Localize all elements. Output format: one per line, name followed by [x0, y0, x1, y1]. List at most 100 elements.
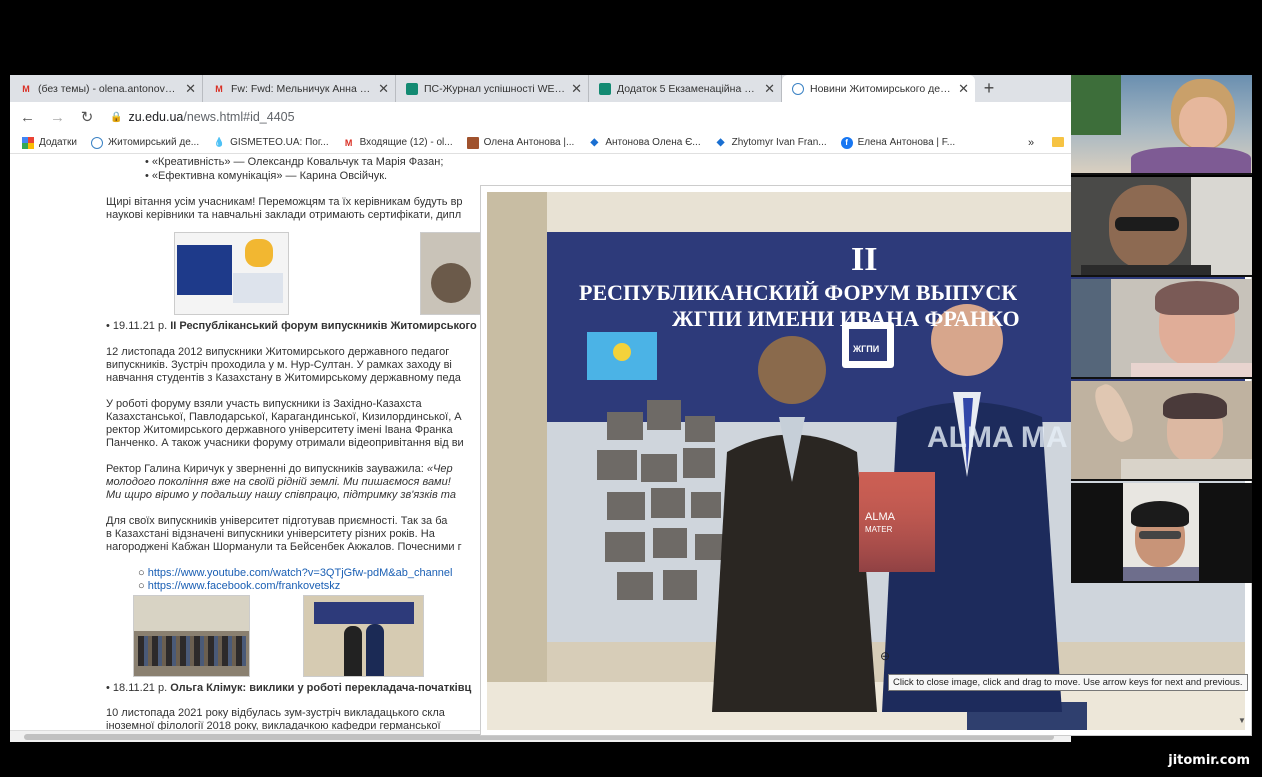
- tab-title: Fw: Fwd: Мельничук Анна - olena...: [231, 82, 372, 95]
- paragraph-line: Ректор Галина Киричук у зверненні до вип…: [106, 463, 453, 476]
- lightbox-tooltip: Click to close image, click and drag to …: [888, 674, 1248, 691]
- tab-title: (без темы) - olena.antonova2015@...: [38, 82, 179, 95]
- bookmark-apps[interactable]: Додатки: [22, 136, 77, 149]
- address-bar: ← → ↻ 🔒 zu.edu.ua/news.html#id_4405: [10, 102, 1071, 132]
- tab-sheet-1[interactable]: ПС-Журнал успішності WEB v.3... ✕: [396, 75, 589, 102]
- bookmark-label: GISMETEO.UA: Пог...: [230, 137, 329, 148]
- video-participant-tile[interactable]: [1071, 483, 1252, 583]
- waving-hand: [1089, 381, 1139, 446]
- paragraph-line: Для своїх випускників університет підгот…: [106, 515, 448, 527]
- folder-icon[interactable]: [1052, 137, 1064, 147]
- new-tab-button[interactable]: +: [975, 75, 1003, 102]
- bookmarks-more-button[interactable]: »: [1028, 137, 1034, 149]
- news-thumbnail[interactable]: [303, 595, 424, 677]
- url-field[interactable]: 🔒 zu.edu.ua/news.html#id_4405: [110, 110, 295, 124]
- news-title-link[interactable]: ІІ Республіканський форум випускників Жи…: [170, 320, 477, 332]
- apps-icon: [22, 136, 34, 149]
- video-participant-tile[interactable]: [1071, 75, 1252, 175]
- sheet-icon: [406, 82, 418, 95]
- video-participant-tile[interactable]: [1071, 381, 1252, 481]
- tab-gmail-1[interactable]: M (без темы) - olena.antonova2015@... ✕: [10, 75, 203, 102]
- banner-line-1: РЕСПУБЛИКАНСКИЙ ФОРУМ ВЫПУСК: [579, 280, 1017, 305]
- globe-icon: [792, 82, 804, 95]
- drop-icon: 💧: [213, 137, 225, 147]
- paragraph-line: іноземної філології 2018 року, викладачк…: [106, 720, 441, 730]
- list-item-text: «Ефективна комунікація» — Карина Овсійчу…: [151, 170, 388, 182]
- participant-hair: [1155, 281, 1239, 315]
- bookmark-label: Олена Антонова |...: [483, 137, 575, 148]
- book-title-line2: MATER: [865, 525, 893, 534]
- close-icon[interactable]: ✕: [958, 81, 969, 97]
- paragraph-line: наукові керівники та навчальні заклади о…: [106, 209, 462, 221]
- video-participant-tile[interactable]: [1071, 279, 1252, 379]
- glasses-icon: [1139, 531, 1181, 539]
- banner-numeral: II: [851, 241, 877, 278]
- tab-gmail-2[interactable]: M Fw: Fwd: Мельничук Анна - olena... ✕: [203, 75, 396, 102]
- paragraph-line: ректор Житомирського державного універси…: [106, 424, 453, 436]
- news-thumbnail[interactable]: [133, 595, 250, 677]
- news-item-header: • 19.11.21 р. ІІ Республіканський форум …: [106, 320, 477, 332]
- news-title-link[interactable]: Ольга Клімук: виклики у роботі переклада…: [170, 682, 471, 694]
- bookmark-facebook[interactable]: f Елена Антонова | F...: [840, 136, 956, 149]
- video-participant-tile[interactable]: [1071, 177, 1252, 277]
- bookmark-label: Входящие (12) - ol...: [359, 137, 453, 148]
- participant-hair: [1163, 393, 1227, 419]
- glasses-icon: [1115, 217, 1179, 231]
- url-domain: zu.edu.ua: [128, 110, 184, 124]
- participant-face: [1179, 97, 1227, 149]
- back-arrow-icon[interactable]: ←: [20, 109, 35, 126]
- tab-title: ПС-Журнал успішності WEB v.3...: [424, 82, 565, 95]
- news-date: 18.11.21 р.: [112, 682, 168, 694]
- gmail-icon: M: [344, 137, 353, 148]
- bookmark-label: Zhytomyr Ivan Fran...: [731, 137, 827, 148]
- facebook-link[interactable]: https://www.facebook.com/frankovetskz: [148, 580, 341, 592]
- paragraph-line: в Казахстані відзначені випускники уніве…: [106, 528, 435, 540]
- quote-text: «Чер: [426, 463, 453, 475]
- news-item-header: • 18.11.21 р. Ольга Клімук: виклики у ро…: [106, 682, 472, 694]
- tab-bar: M (без темы) - olena.antonova2015@... ✕ …: [10, 75, 1071, 102]
- list-item: ○ https://www.youtube.com/watch?v=3QTjGf…: [138, 567, 453, 579]
- sheet-icon: [599, 82, 611, 95]
- banner-emblem: ЖГПИ: [852, 344, 879, 354]
- close-icon[interactable]: ✕: [764, 81, 775, 97]
- bookmark-label: Житомирський де...: [107, 137, 200, 148]
- book-icon: [466, 136, 479, 149]
- bookmark-gismeteo[interactable]: 💧 GISMETEO.UA: Пог...: [213, 137, 329, 149]
- participant-body: [1131, 363, 1252, 377]
- bookmark-zhytomyr-uni[interactable]: Житомирський де...: [90, 136, 200, 149]
- news-date: 19.11.21 р.: [112, 320, 168, 332]
- participant-hair: [1131, 501, 1189, 527]
- youtube-link[interactable]: https://www.youtube.com/watch?v=3QTjGfw-…: [148, 567, 453, 579]
- forward-arrow-icon[interactable]: →: [50, 109, 65, 126]
- quote-line: молодого покоління вже на своїй рідній з…: [106, 476, 451, 488]
- reload-icon[interactable]: ↻: [80, 108, 94, 126]
- list-item: ○ https://www.facebook.com/frankovetskz: [138, 580, 341, 592]
- tab-news-active[interactable]: Новини Житомирського держав... ✕: [782, 75, 975, 102]
- bookmark-label: Елена Антонова | F...: [857, 137, 956, 148]
- bookmark-olena[interactable]: Олена Антонова |...: [466, 136, 575, 149]
- paragraph-line: 12 листопада 2012 випускники Житомирсько…: [106, 346, 450, 358]
- book-title-line1: ALMA: [865, 511, 896, 523]
- news-thumbnail[interactable]: [174, 232, 289, 315]
- paragraph-line: Казахстанської, Павлодарської, Караганди…: [106, 411, 462, 423]
- tab-sheet-2[interactable]: Додаток 5 Екзаменаційна відомість ✕: [589, 75, 782, 102]
- chevron-more-icon: »: [1028, 136, 1035, 149]
- paragraph-line: випускників. Зустріч проходила у м. Нур-…: [106, 359, 452, 371]
- gmail-icon: M: [215, 83, 223, 94]
- bookmark-antonova[interactable]: ◆ Антонова Олена Є...: [588, 137, 700, 149]
- close-icon[interactable]: ✕: [571, 81, 582, 97]
- tile-background-wall: [1191, 177, 1252, 275]
- scroll-down-arrow-icon[interactable]: ▼: [1238, 716, 1246, 725]
- paragraph-line: нагороджені Кабжан Шорманули та Бейсенбе…: [106, 541, 462, 553]
- quote-line: Ми щиро віримо у подальшу нашу співпрацю…: [106, 489, 456, 501]
- gmail-icon: M: [22, 83, 30, 94]
- globe-icon: [90, 136, 103, 149]
- close-icon[interactable]: ✕: [378, 81, 389, 97]
- tile-background-tree: [1071, 75, 1121, 135]
- tab-title: Додаток 5 Екзаменаційна відомість: [617, 82, 759, 95]
- list-item: • «Ефективна комунікація» — Карина Овсій…: [145, 170, 388, 182]
- paragraph-line: Панченко. А також учасники форуму отрима…: [106, 437, 464, 449]
- bookmark-zhytomyr-fran[interactable]: ◆ Zhytomyr Ivan Fran...: [715, 137, 827, 149]
- close-icon[interactable]: ✕: [185, 81, 196, 97]
- bookmark-inbox[interactable]: M Входящие (12) - ol...: [343, 137, 453, 149]
